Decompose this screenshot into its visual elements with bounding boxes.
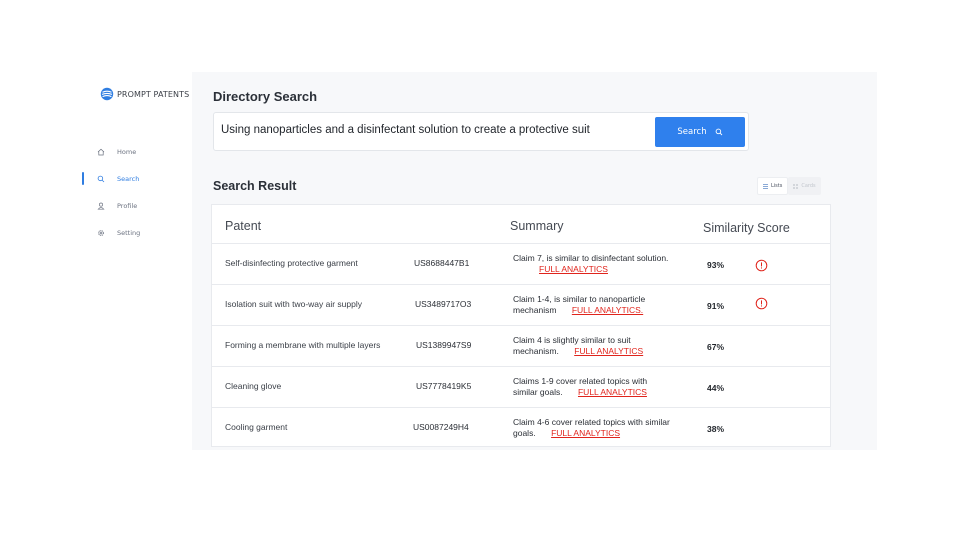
search-input[interactable]	[221, 124, 641, 136]
sidebar-item-label: Search	[117, 174, 140, 183]
similarity-score: 67%	[707, 342, 725, 352]
table-row[interactable]: Forming a membrane with multiple layers …	[212, 326, 830, 367]
similarity-score: 38%	[707, 424, 725, 434]
results-title: Search Result	[213, 179, 297, 193]
search-button-label: Search	[677, 127, 707, 137]
patent-title: Isolation suit with two-way air supply	[225, 299, 363, 309]
patent-title: Self-disinfecting protective garment	[225, 258, 358, 268]
sidebar-item-label: Setting	[117, 228, 141, 237]
table-row[interactable]: Self-disinfecting protective garment US8…	[212, 244, 830, 285]
table-row[interactable]: Cooling garment US0087249H4 Claim 4-6 co…	[212, 408, 830, 449]
search-bar: Search	[213, 112, 749, 151]
summary-text: Claim 7, is similar to disinfectant solu…	[513, 253, 669, 263]
sidebar: PROMPT PATENTS Home Search Profile Setti…	[82, 72, 192, 450]
brand-name: PROMPT PATENTS	[117, 89, 190, 99]
logo-icon	[100, 87, 114, 101]
search-icon	[715, 128, 722, 136]
patent-title: Cooling garment	[225, 422, 288, 432]
sidebar-item-home[interactable]: Home	[82, 138, 192, 165]
sidebar-item-search[interactable]: Search	[82, 165, 192, 192]
patent-number: US1389947S9	[416, 340, 472, 350]
sidebar-item-label: Profile	[117, 201, 138, 210]
patent-summary: Claim 1-4, is similar to nanoparticle me…	[513, 294, 673, 316]
patent-number: US3489717O3	[415, 299, 472, 309]
user-icon	[96, 201, 105, 210]
grid-icon	[793, 183, 799, 189]
full-analytics-link[interactable]: FULL ANALYTICS	[578, 387, 647, 397]
column-header-score: Similarity Score	[703, 221, 790, 235]
full-analytics-link[interactable]: FULL ANALYTICS.	[572, 305, 643, 315]
patent-summary: Claim 4-6 cover related topics with simi…	[513, 417, 673, 439]
patent-summary: Claim 4 is slightly similar to suit mech…	[513, 335, 673, 357]
view-lists-button[interactable]: Lists	[757, 177, 789, 195]
full-analytics-link[interactable]: FULL ANALYTICS	[539, 264, 608, 274]
alert-icon[interactable]	[755, 259, 768, 272]
view-lists-label: Lists	[771, 183, 783, 189]
sidebar-item-label: Home	[117, 147, 137, 156]
list-icon	[763, 183, 768, 189]
patent-number: US7778419K5	[416, 381, 472, 391]
full-analytics-link[interactable]: FULL ANALYTICS	[551, 428, 620, 438]
alert-icon[interactable]	[755, 297, 768, 310]
sidebar-item-setting[interactable]: Setting	[82, 219, 192, 246]
home-icon	[96, 147, 105, 156]
sidebar-nav: Home Search Profile Setting	[82, 138, 192, 246]
similarity-score: 44%	[707, 383, 725, 393]
table-row[interactable]: Cleaning glove US7778419K5 Claims 1-9 co…	[212, 367, 830, 408]
search-icon	[96, 174, 105, 183]
table-row[interactable]: Isolation suit with two-way air supply U…	[212, 285, 830, 326]
column-header-patent: Patent	[225, 219, 262, 233]
search-button[interactable]: Search	[655, 117, 745, 147]
patent-number: US0087249H4	[413, 422, 469, 432]
similarity-score: 93%	[707, 260, 725, 270]
results-table: Patent Summary Similarity Score Self-dis…	[211, 204, 831, 447]
sidebar-item-profile[interactable]: Profile	[82, 192, 192, 219]
similarity-score: 91%	[707, 301, 725, 311]
table-header: Patent Summary Similarity Score	[212, 205, 830, 244]
view-cards-label: Cards	[801, 183, 816, 189]
patent-summary: Claim 7, is similar to disinfectant solu…	[513, 253, 673, 275]
page-title: Directory Search	[213, 89, 318, 104]
view-toggle: Lists Cards	[757, 177, 821, 195]
patent-number: US8688447B1	[414, 258, 470, 268]
main-panel: Directory Search Search Search Result Li…	[192, 72, 877, 450]
patent-summary: Claims 1-9 cover related topics with sim…	[513, 376, 673, 398]
patent-title: Cleaning glove	[225, 381, 282, 391]
patent-title: Forming a membrane with multiple layers	[225, 340, 381, 350]
gear-icon	[96, 228, 105, 237]
brand-logo[interactable]: PROMPT PATENTS	[100, 87, 189, 101]
view-cards-button[interactable]: Cards	[788, 177, 821, 195]
full-analytics-link[interactable]: FULL ANALYTICS	[574, 346, 643, 356]
column-header-summary: Summary	[510, 219, 564, 233]
